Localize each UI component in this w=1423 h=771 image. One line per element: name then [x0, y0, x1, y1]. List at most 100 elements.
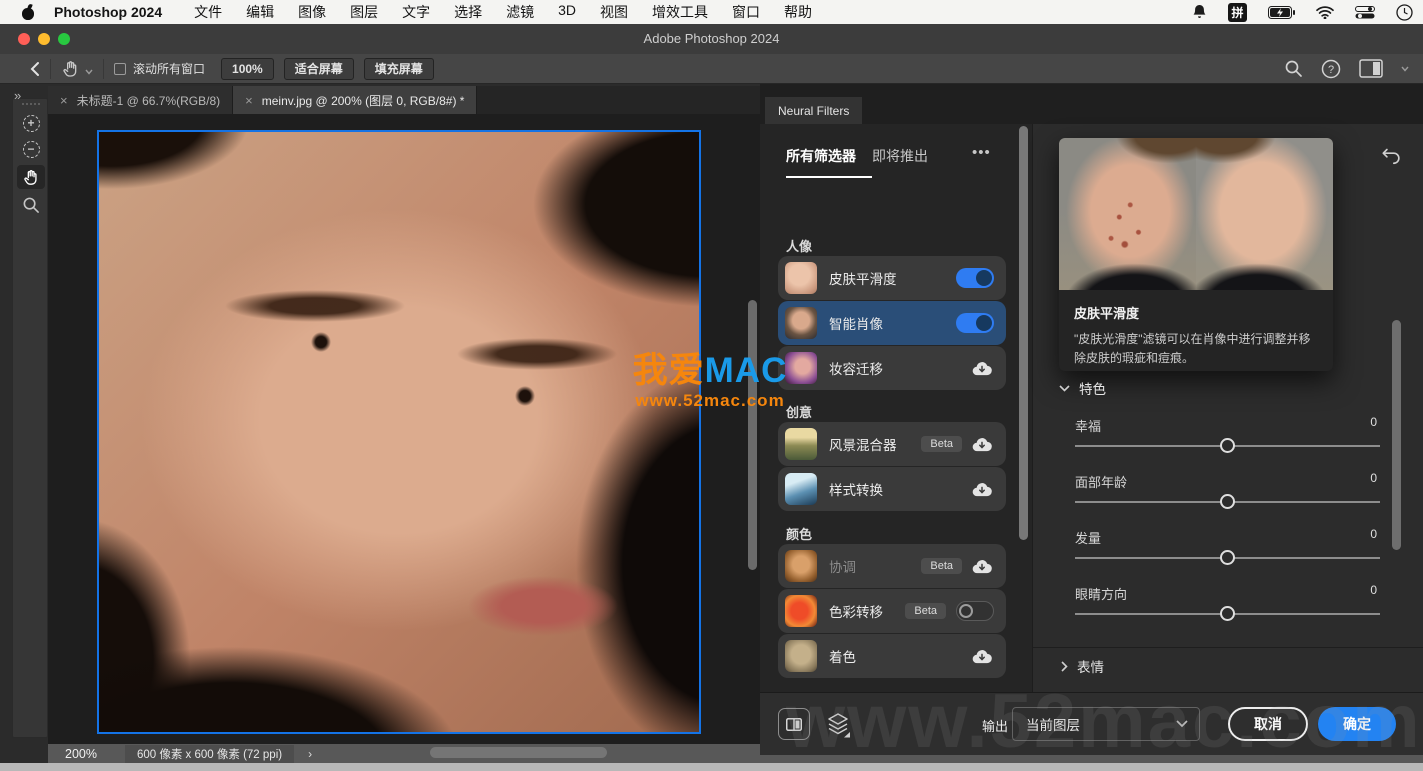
toggle-off[interactable]	[956, 601, 994, 621]
document-area: × 未标题-1 @ 66.7%(RGB/8) × meinv.jpg @ 200…	[48, 86, 760, 744]
cloud-download-icon[interactable]	[972, 558, 992, 574]
slider-facial-age[interactable]	[1075, 494, 1380, 510]
menu-app-name[interactable]: Photoshop 2024	[54, 4, 162, 20]
clock-icon[interactable]	[1396, 4, 1413, 21]
output-select[interactable]: 当前图层	[1012, 707, 1200, 741]
menu-view[interactable]: 视图	[600, 2, 628, 22]
menu-file[interactable]: 文件	[194, 2, 222, 22]
menu-type[interactable]: 文字	[402, 2, 430, 22]
cloud-download-icon[interactable]	[972, 481, 992, 497]
zoom-level[interactable]: 200%	[65, 747, 97, 761]
features-section-header[interactable]: 特色	[1059, 378, 1106, 398]
expression-section-header[interactable]: 表情	[1061, 656, 1104, 676]
filter-label: 智能肖像	[829, 313, 956, 333]
filters-list-scrollbar[interactable]	[1019, 126, 1028, 540]
ok-button[interactable]: 确定	[1318, 707, 1396, 741]
horizontal-scrollbar[interactable]	[430, 747, 607, 758]
cloud-download-icon[interactable]	[972, 360, 992, 376]
toggle-on[interactable]	[956, 268, 994, 288]
menu-filter[interactable]: 滤镜	[506, 2, 534, 22]
menu-edit[interactable]: 编辑	[246, 2, 274, 22]
fill-screen-button[interactable]: 填充屏幕	[364, 58, 434, 80]
split-preview-button[interactable]	[778, 708, 810, 740]
tool-options-bar: 滚动所有窗口 100% 适合屏幕 填充屏幕 ?	[0, 54, 1423, 84]
slider-value-facial-age[interactable]: 0	[1370, 471, 1377, 485]
slider-hair-volume[interactable]	[1075, 550, 1380, 566]
after-image	[1196, 138, 1333, 290]
search-icon[interactable]	[1284, 59, 1303, 78]
filter-label: 色彩转移	[829, 601, 905, 621]
menu-plugins[interactable]: 增效工具	[652, 2, 708, 22]
document-info[interactable]: 600 像素 x 600 像素 (72 ppi)	[125, 745, 294, 763]
canvas-selection-border[interactable]	[97, 130, 701, 734]
input-method-icon[interactable]: 拼	[1228, 3, 1247, 22]
filter-makeup-transfer[interactable]: 妆容迁移	[778, 346, 1006, 390]
menu-help[interactable]: 帮助	[784, 2, 812, 22]
scroll-all-windows-checkbox[interactable]	[114, 63, 126, 75]
filter-label: 协调	[829, 556, 921, 576]
control-center-icon[interactable]	[1355, 6, 1375, 19]
neural-filters-panel-tab[interactable]: Neural Filters	[765, 97, 862, 124]
chevron-down-icon[interactable]	[85, 69, 93, 75]
slider-value-happiness[interactable]: 0	[1370, 415, 1377, 429]
slider-thumb[interactable]	[1220, 438, 1235, 453]
hand-tool[interactable]	[17, 165, 45, 189]
doc-tab-label: meinv.jpg @ 200% (图层 0, RGB/8#) *	[262, 92, 465, 109]
panel-grip[interactable]	[22, 103, 40, 106]
beta-badge: Beta	[905, 603, 946, 619]
divider	[103, 59, 104, 79]
settings-scrollbar[interactable]	[1392, 320, 1401, 550]
filter-skin-smoothing[interactable]: 皮肤平滑度	[778, 256, 1006, 300]
zoom-100-button[interactable]: 100%	[221, 58, 274, 80]
filter-color-transfer[interactable]: 色彩转移 Beta	[778, 589, 1006, 633]
toggle-on[interactable]	[956, 313, 994, 333]
workspace-icon[interactable]	[1359, 59, 1383, 78]
tab-coming-soon[interactable]: 即将推出	[872, 146, 928, 166]
add-selection-tool[interactable]: +	[17, 111, 45, 135]
layers-icon[interactable]	[826, 712, 850, 738]
fit-screen-button[interactable]: 适合屏幕	[284, 58, 354, 80]
filter-landscape-mixer[interactable]: 风景混合器 Beta	[778, 422, 1006, 466]
notification-bell-icon[interactable]	[1192, 4, 1207, 20]
canvas-photo[interactable]	[99, 132, 699, 732]
vertical-scrollbar[interactable]	[748, 300, 757, 570]
zoom-tool[interactable]	[17, 193, 45, 217]
status-chevron-icon[interactable]: ›	[308, 747, 312, 761]
cloud-download-icon[interactable]	[972, 648, 992, 664]
slider-eye-direction[interactable]	[1075, 606, 1380, 622]
apple-logo-icon[interactable]	[22, 5, 35, 20]
help-icon[interactable]: ?	[1321, 59, 1341, 79]
slider-value-hair-volume[interactable]: 0	[1370, 527, 1377, 541]
menu-image[interactable]: 图像	[298, 2, 326, 22]
doc-tab-untitled[interactable]: × 未标题-1 @ 66.7%(RGB/8)	[48, 86, 233, 114]
slider-thumb[interactable]	[1220, 494, 1235, 509]
cloud-download-icon[interactable]	[972, 436, 992, 452]
close-tab-icon[interactable]: ×	[60, 93, 68, 108]
battery-icon[interactable]	[1268, 6, 1295, 19]
menu-window[interactable]: 窗口	[732, 2, 760, 22]
slider-thumb[interactable]	[1220, 550, 1235, 565]
more-options-icon[interactable]: •••	[972, 144, 991, 161]
menu-layer[interactable]: 图层	[350, 2, 378, 22]
chevron-down-icon[interactable]	[1401, 66, 1409, 72]
collapse-panel-icon[interactable]: »	[14, 88, 21, 103]
close-tab-icon[interactable]: ×	[245, 93, 253, 108]
tab-all-filters[interactable]: 所有筛选器	[786, 146, 856, 166]
menu-3d[interactable]: 3D	[558, 2, 576, 22]
subtract-selection-tool[interactable]: −	[17, 137, 45, 161]
cancel-button[interactable]: 取消	[1228, 707, 1308, 741]
reset-icon[interactable]	[1380, 144, 1403, 166]
doc-tab-meinv[interactable]: × meinv.jpg @ 200% (图层 0, RGB/8#) *	[233, 86, 477, 114]
slider-thumb[interactable]	[1220, 606, 1235, 621]
menu-select[interactable]: 选择	[454, 2, 482, 22]
doc-tab-label: 未标题-1 @ 66.7%(RGB/8)	[77, 92, 221, 109]
slider-happiness[interactable]	[1075, 438, 1380, 454]
back-chevron-icon[interactable]	[30, 61, 40, 77]
slider-value-eye-direction[interactable]: 0	[1370, 583, 1377, 597]
hand-tool-icon[interactable]	[61, 59, 81, 79]
wifi-icon[interactable]	[1316, 6, 1334, 19]
filter-style-transfer[interactable]: 样式转换	[778, 467, 1006, 511]
filter-smart-portrait[interactable]: 智能肖像	[778, 301, 1006, 345]
filter-colorize[interactable]: 着色	[778, 634, 1006, 678]
filter-harmonization[interactable]: 协调 Beta	[778, 544, 1006, 588]
